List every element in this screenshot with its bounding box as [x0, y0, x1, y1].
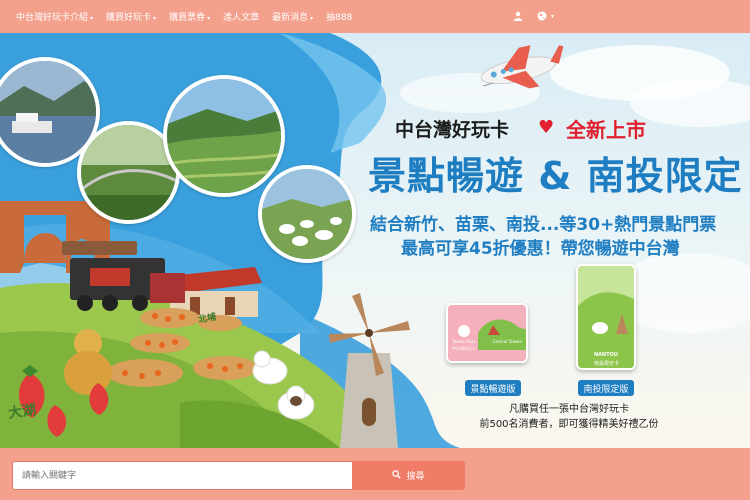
globe-icon[interactable]	[536, 10, 548, 22]
nav-item-card-intro[interactable]: 中台灣好玩卡介紹 ▾	[16, 10, 93, 23]
nav-item-label: 中台灣好玩卡介紹	[16, 13, 89, 23]
search-icon	[392, 469, 402, 482]
heart-icon: ♥	[538, 117, 555, 138]
chevron-down-icon[interactable]: ▾	[551, 13, 554, 20]
card-scenic-text-3: Central Taiwan	[492, 339, 522, 344]
photo-terraced-hills	[163, 75, 285, 197]
card-scenic-text-1: Taiwan Pass	[452, 339, 476, 344]
nav-item-label: 購買票券	[169, 13, 206, 23]
banner-subtitle-1: 結合新竹、苗栗、南投...等30+熱門景點門票	[370, 215, 717, 235]
search-bar: 搜尋	[0, 448, 750, 500]
photo-sheep-farm	[258, 165, 356, 263]
nav-item-label: 購買好玩卡	[106, 13, 152, 23]
search-button-label: 搜尋	[406, 472, 425, 482]
search-button[interactable]: 搜尋	[352, 461, 465, 490]
nav-item-label: 達人文章	[223, 13, 260, 23]
hero-banner[interactable]: 大湖 北埔 中台灣好玩卡 ♥ 全新上市 景點暢遊 & 南投限定 結合新竹、苗栗、…	[0, 33, 750, 448]
card-scenic-label[interactable]: 景點暢遊版	[465, 380, 521, 396]
chevron-down-icon: ▾	[153, 15, 157, 22]
chevron-down-icon: ▾	[310, 15, 314, 22]
card-nantou-edition[interactable]: NANTOU 南投限定卡	[576, 264, 636, 370]
banner-subtitle-2: 最高可享45折優惠！帶您暢遊中台灣	[401, 239, 680, 259]
map-label-dahu: 大湖	[7, 402, 38, 422]
banner-title-main: 景點暢遊 & 南投限定	[368, 154, 743, 198]
card-nantou-text-2: 南投限定卡	[594, 361, 620, 367]
user-icon[interactable]	[512, 10, 524, 22]
nav-item-buy-tickets[interactable]: 購買票券 ▾	[169, 10, 210, 23]
card-scenic-artwork	[448, 305, 526, 361]
card-scenic-text-2: 中台灣好玩卡	[452, 346, 476, 351]
promo-text: 凡購買任一張中台灣好玩卡 前500名消費者，即可獲得精美好禮乙份	[424, 402, 714, 432]
promo-line-1: 凡購買任一張中台灣好玩卡	[509, 404, 629, 415]
search-input[interactable]	[12, 461, 352, 490]
card-nantou-text-1: NANTOU	[594, 352, 618, 358]
nav-utility: ▾	[512, 10, 554, 22]
nav-item-buy-card[interactable]: 購買好玩卡 ▾	[106, 10, 156, 23]
card-nantou-label[interactable]: 南投限定版	[578, 380, 634, 396]
nav-item-draw-888[interactable]: 抽888	[326, 10, 352, 23]
banner-title-small: 中台灣好玩卡	[395, 119, 510, 141]
top-nav: 中台灣好玩卡介紹 ▾ 購買好玩卡 ▾ 購買票券 ▾ 達人文章 最新消息 ▾ 抽888 ▾	[0, 0, 750, 33]
nav-item-label: 抽888	[326, 13, 353, 23]
nav-item-label: 最新消息	[272, 13, 309, 23]
chevron-down-icon: ▾	[207, 15, 211, 22]
nav-item-news[interactable]: 最新消息 ▾	[272, 10, 313, 23]
banner-title-new: 全新上市	[566, 118, 646, 142]
chevron-down-icon: ▾	[90, 15, 94, 22]
nav-item-expert-articles[interactable]: 達人文章	[223, 10, 259, 23]
promo-line-2: 前500名消費者，即可獲得精美好禮乙份	[479, 419, 659, 430]
card-scenic-edition[interactable]: Taiwan Pass 中台灣好玩卡 Central Taiwan	[446, 303, 528, 363]
